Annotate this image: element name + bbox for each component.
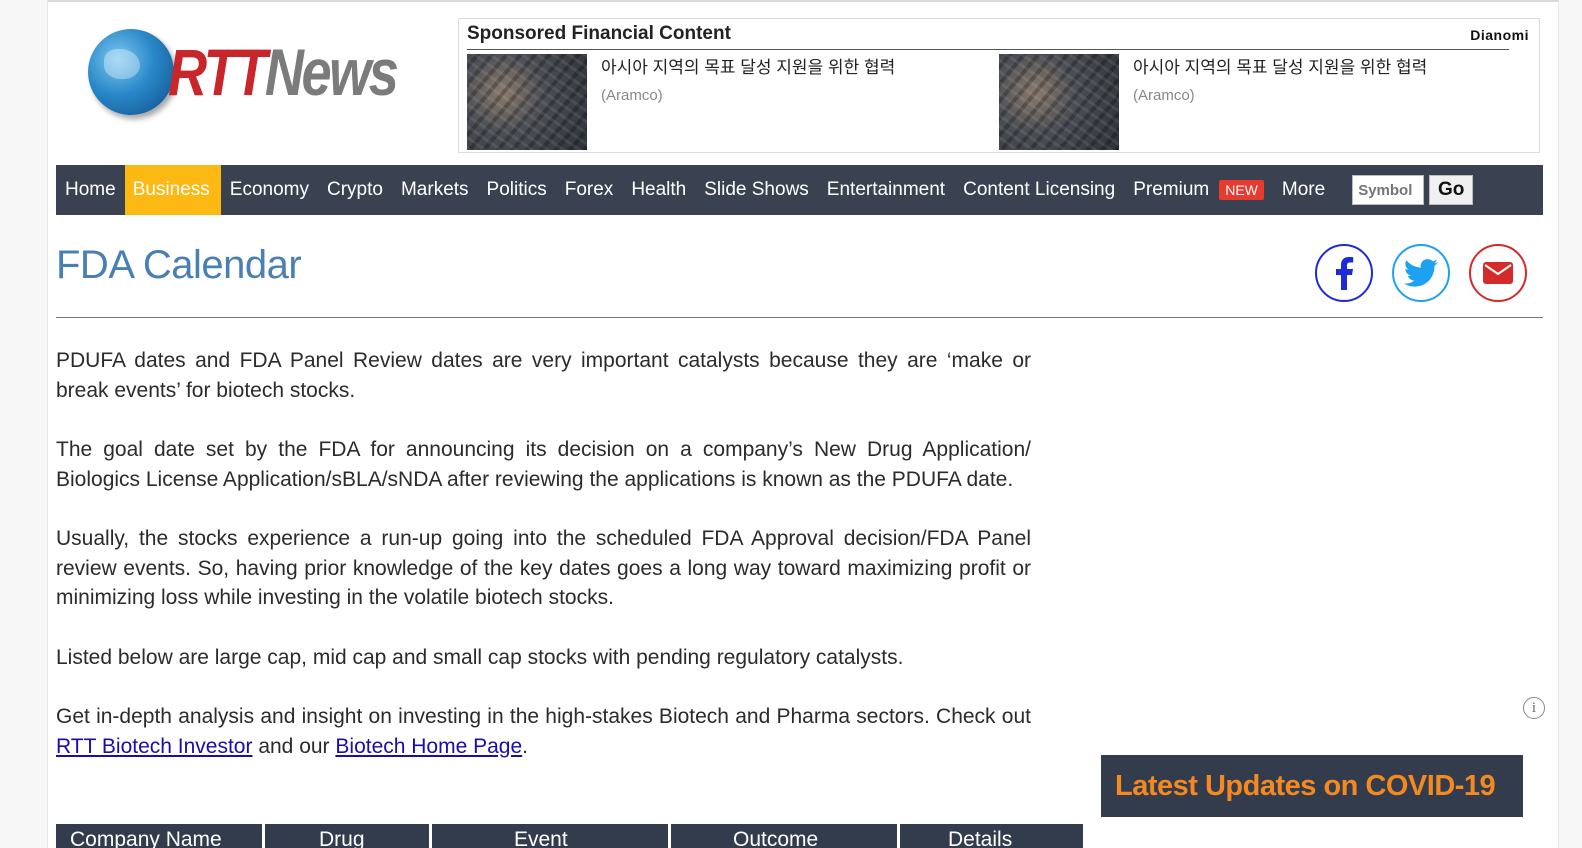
intro-paragraph-4: Listed below are large cap, mid cap and …: [56, 645, 904, 669]
nav-item-entertainment[interactable]: Entertainment: [818, 165, 954, 215]
rttnews-logo[interactable]: RTTNews: [88, 22, 418, 122]
right-gutter: [1558, 0, 1582, 848]
nav-item-home[interactable]: Home: [56, 165, 125, 215]
logo-rtt: RTT: [168, 35, 267, 109]
p5-prefix: Get in-depth analysis and insight on inv…: [56, 705, 1031, 728]
email-icon: [1483, 262, 1513, 284]
page: RTTNews Sponsored Financial Content Dian…: [0, 0, 1582, 848]
column-header-outcome[interactable]: Outcome: [671, 824, 897, 848]
sponsored-thumbnail[interactable]: [999, 54, 1119, 150]
intro-paragraph-5: Get in-depth analysis and insight on inv…: [56, 702, 1031, 761]
column-header-drug[interactable]: Drug: [265, 824, 429, 848]
email-share-button[interactable]: [1469, 244, 1527, 302]
logo-wordmark: RTTNews: [168, 39, 399, 105]
symbol-search-input[interactable]: [1352, 175, 1425, 205]
sponsored-divider: [467, 49, 1509, 50]
nav-item-more[interactable]: More: [1273, 165, 1334, 215]
facebook-share-button[interactable]: [1315, 244, 1373, 302]
p5-mid: and our: [252, 734, 336, 758]
nav-premium-label: Premium: [1133, 179, 1210, 200]
nav-item-business[interactable]: Business: [124, 165, 221, 215]
sponsored-headline[interactable]: 아시아 지역의 목표 달성 지원을 위한 협력: [601, 58, 895, 77]
intro-paragraph-3: Usually, the stocks experience a run-up …: [56, 527, 1031, 609]
sponsored-content-box: Sponsored Financial Content Dianomi 아시아 …: [458, 18, 1540, 153]
sponsored-item[interactable]: 아시아 지역의 목표 달성 지원을 위한 협력 (Aramco): [467, 54, 927, 150]
sponsored-source: (Aramco): [601, 87, 663, 104]
intro-paragraph-2: The goal date set by the FDA for announc…: [56, 438, 1031, 491]
nav-item-forex[interactable]: Forex: [556, 165, 623, 215]
p5-suffix: .: [522, 734, 529, 758]
ad-info-icon[interactable]: i: [1523, 697, 1545, 719]
title-divider: [56, 317, 1543, 318]
nav-item-crypto[interactable]: Crypto: [318, 165, 392, 215]
column-header-details[interactable]: Details: [900, 824, 1083, 848]
column-header-event[interactable]: Event: [432, 824, 668, 848]
twitter-icon: [1404, 259, 1438, 287]
sponsored-source: (Aramco): [1133, 87, 1195, 104]
covid-updates-banner[interactable]: Latest Updates on COVID-19: [1101, 755, 1523, 817]
column-header-company[interactable]: Company Name: [56, 824, 262, 848]
top-border: [0, 0, 1582, 2]
left-gutter: [0, 0, 48, 848]
sponsored-headline[interactable]: 아시아 지역의 목표 달성 지원을 위한 협력: [1133, 58, 1427, 77]
main-nav: Home Business Economy Crypto Markets Pol…: [56, 165, 1543, 215]
biotech-home-page-link[interactable]: Biotech Home Page: [335, 735, 522, 758]
sponsored-item-text[interactable]: 아시아 지역의 목표 달성 지원을 위한 협력 (Aramco): [601, 54, 921, 109]
intro-paragraph-1: PDUFA dates and FDA Panel Review dates a…: [56, 349, 1031, 402]
page-title: FDA Calendar: [56, 243, 302, 287]
dianomi-brand[interactable]: Dianomi: [1470, 27, 1529, 43]
nav-item-premium[interactable]: Premium NEW: [1124, 165, 1273, 215]
rtt-biotech-investor-link[interactable]: RTT Biotech Investor: [56, 735, 252, 758]
new-badge: NEW: [1219, 180, 1264, 200]
sponsored-item[interactable]: 아시아 지역의 목표 달성 지원을 위한 협력 (Aramco): [999, 54, 1459, 150]
sponsored-thumbnail[interactable]: [467, 54, 587, 150]
go-button[interactable]: Go: [1429, 175, 1474, 205]
sponsored-item-text[interactable]: 아시아 지역의 목표 달성 지원을 위한 협력 (Aramco): [1133, 54, 1453, 109]
sponsored-title: Sponsored Financial Content: [467, 23, 731, 44]
fda-calendar-table-header: Company Name Drug Event Outcome Details: [56, 824, 1086, 848]
nav-item-content-licensing[interactable]: Content Licensing: [954, 165, 1124, 215]
nav-item-economy[interactable]: Economy: [221, 165, 318, 215]
twitter-share-button[interactable]: [1392, 244, 1450, 302]
globe-icon: [88, 29, 174, 115]
nav-item-markets[interactable]: Markets: [392, 165, 478, 215]
nav-item-slide-shows[interactable]: Slide Shows: [695, 165, 818, 215]
facebook-icon: [1336, 257, 1354, 290]
nav-item-health[interactable]: Health: [622, 165, 695, 215]
logo-news: News: [264, 35, 399, 109]
article-body: PDUFA dates and FDA Panel Review dates a…: [56, 346, 1031, 791]
nav-item-politics[interactable]: Politics: [478, 165, 556, 215]
